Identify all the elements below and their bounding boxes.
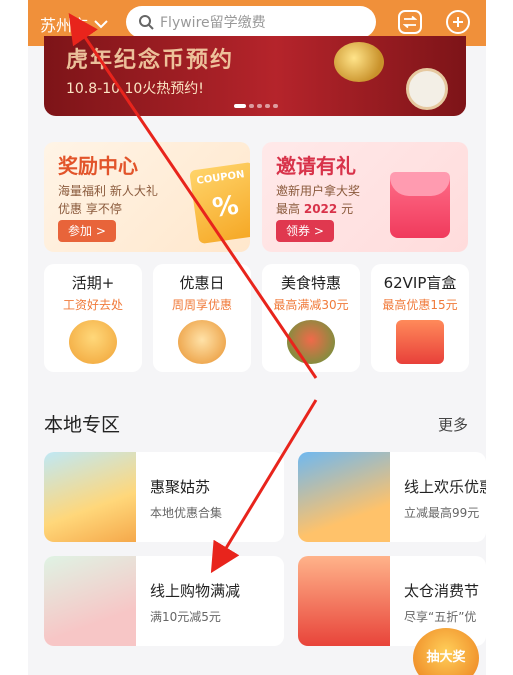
tile-subtitle: 最高满减30元 (273, 298, 349, 312)
gift-box-icon (396, 320, 444, 364)
money-bag-icon (69, 320, 117, 364)
tile-subtitle: 周周享优惠 (171, 298, 232, 312)
card-subtitle: 尽享“五折”优 (404, 610, 477, 624)
card-subtitle: 本地优惠合集 (150, 506, 223, 520)
coupon-image: COUPON % (189, 161, 250, 245)
red-envelope-image (390, 172, 450, 238)
local-card-huiju-gusu[interactable]: 惠聚姑苏 本地优惠合集 (44, 452, 284, 542)
claim-coupon-button[interactable]: 领券 > (276, 220, 334, 242)
city-label: 苏州市 (40, 16, 89, 35)
tile-title: 活期+ (71, 274, 115, 292)
chevron-down-icon (94, 20, 108, 29)
badge-label: 抽大奖 (426, 649, 466, 665)
local-card-online-shopping[interactable]: 线上购物满减 满10元减5元 (44, 556, 284, 646)
search-icon (139, 15, 154, 30)
coin-thumbnail-image (406, 68, 448, 110)
card-title: 线上购物满减 (150, 582, 241, 600)
reward-center-line2: 优惠 享不停 (58, 202, 122, 216)
card-thumbnail (298, 556, 390, 646)
phone-screen: 苏州市 Flywire留学缴费 虎年纪念币预约 10.8-10.10火热预约! … (28, 0, 486, 675)
promo-banner[interactable]: 虎年纪念币预约 10.8-10.10火热预约! (44, 36, 466, 116)
card-thumbnail (298, 452, 390, 542)
lion-mascot-icon (178, 320, 226, 364)
coupon-text: COUPON (195, 169, 246, 187)
invite-amount: 2022 (303, 202, 338, 216)
coupon-symbol: % (210, 190, 241, 224)
card-title: 线上欢乐优惠 (404, 478, 486, 496)
banner-subtitle: 10.8-10.10火热预约! (66, 81, 204, 97)
plus-icon (453, 17, 463, 27)
tile-current-deposit[interactable]: 活期+ 工资好去处 (44, 264, 142, 372)
reward-center-line1: 海量福利 新人大礼 (58, 184, 158, 198)
banner-title: 虎年纪念币预约 (66, 48, 235, 73)
city-selector[interactable]: 苏州市 (40, 12, 108, 36)
tile-subtitle: 工资好去处 (62, 298, 123, 312)
card-thumbnail (44, 452, 136, 542)
food-skewers-icon (287, 320, 335, 364)
card-subtitle: 满10元减5元 (150, 610, 221, 624)
more-link[interactable]: 更多 (438, 414, 468, 435)
invite-line2-prefix: 最高 (276, 202, 301, 216)
tile-vip-blind-box[interactable]: 62VIP盲盒 最高优惠15元 (371, 264, 469, 372)
tile-title: 优惠日 (179, 274, 225, 292)
tile-discount-day[interactable]: 优惠日 周周享优惠 (153, 264, 251, 372)
search-input[interactable]: Flywire留学缴费 (126, 6, 376, 38)
search-placeholder: Flywire留学缴费 (160, 15, 266, 31)
invite-line1: 邀新用户拿大奖 (276, 184, 361, 198)
local-card-online-fun[interactable]: 线上欢乐优惠 立减最高99元 (298, 452, 486, 542)
join-button[interactable]: 参加 > (58, 220, 116, 242)
local-zone-title: 本地专区 (44, 414, 121, 436)
reward-center-title: 奖励中心 (58, 154, 138, 178)
commemorative-coin-image (334, 42, 384, 82)
invite-line2: 最高 2022 元 (276, 200, 353, 217)
reward-center-card[interactable]: 奖励中心 海量福利 新人大礼 优惠 享不停 参加 > COUPON % (44, 142, 250, 252)
card-thumbnail (44, 556, 136, 646)
tile-title: 62VIP盲盒 (383, 274, 457, 292)
add-button[interactable] (446, 10, 470, 34)
transfer-icon (403, 16, 417, 28)
card-title: 惠聚姑苏 (150, 478, 211, 496)
invite-reward-card[interactable]: 邀请有礼 邀新用户拿大奖 最高 2022 元 领券 > (262, 142, 468, 252)
tile-food-deals[interactable]: 美食特惠 最高满减30元 (262, 264, 360, 372)
card-title: 太仓消费节 (404, 582, 480, 600)
tile-title: 美食特惠 (280, 274, 341, 292)
carousel-indicator (234, 104, 278, 108)
card-subtitle: 立减最高99元 (404, 506, 480, 520)
invite-line2-suffix: 元 (341, 202, 354, 216)
tile-subtitle: 最高优惠15元 (382, 298, 458, 312)
invite-title: 邀请有礼 (276, 154, 356, 178)
transfer-button[interactable] (398, 10, 422, 34)
